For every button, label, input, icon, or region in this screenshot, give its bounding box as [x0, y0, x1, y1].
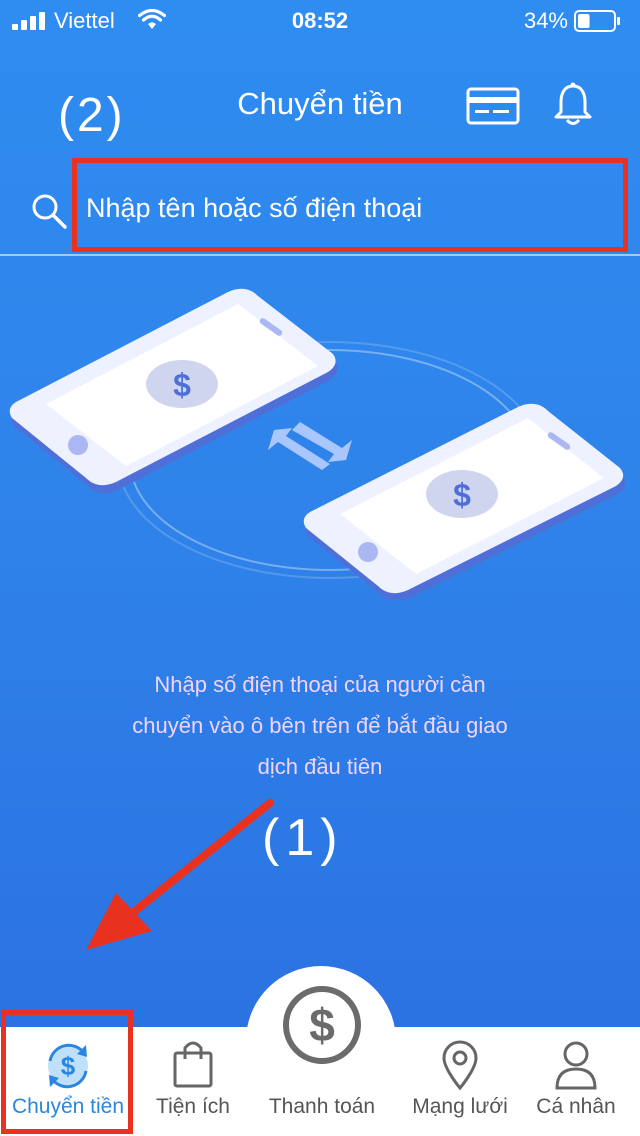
battery-icon — [574, 10, 620, 32]
exchange-arrows-icon — [268, 422, 352, 470]
dollar-symbol: $ — [173, 367, 191, 403]
shopping-bag-icon — [173, 1041, 213, 1088]
right-phone-graphic: $ — [303, 403, 626, 600]
location-pin-icon — [442, 1040, 478, 1091]
person-icon — [555, 1041, 597, 1090]
empty-state-message: Nhập số điện thoại của người cần chuyển … — [100, 664, 540, 787]
left-phone-graphic: $ — [9, 288, 338, 494]
active-tab-highlight-box — [1, 1010, 133, 1134]
tab-profile[interactable]: Cá nhân — [520, 1027, 632, 1136]
page-title: Chuyển tiền — [237, 86, 403, 121]
svg-text:$: $ — [309, 999, 335, 1051]
search-input[interactable] — [86, 188, 606, 228]
card-icon[interactable] — [466, 87, 520, 125]
tab-label: Thanh toán — [268, 1095, 376, 1118]
dollar-icon: $ — [283, 986, 361, 1064]
tab-label: Tiện ích — [156, 1095, 230, 1118]
divider — [0, 254, 640, 256]
search-bar — [0, 158, 640, 254]
search-icon — [32, 194, 67, 229]
transfer-illustration: $ $ — [9, 288, 626, 600]
battery-percent: 34% — [523, 8, 568, 33]
dollar-symbol: $ — [453, 477, 471, 513]
message-line: chuyển vào ô bên trên để bắt đầu giao — [132, 713, 508, 738]
message-line: Nhập số điện thoại của người cần — [154, 672, 486, 697]
annotation-arrow — [86, 799, 274, 950]
message-line: dịch đầu tiên — [257, 754, 383, 779]
tab-payment[interactable]: $ Thanh toán — [254, 986, 390, 1136]
status-bar: Viettel 08:52 34% — [0, 0, 640, 40]
tab-utilities[interactable]: Tiện ích — [130, 1027, 256, 1136]
bell-icon[interactable] — [553, 82, 593, 126]
tab-network[interactable]: Mạng lưới — [398, 1027, 522, 1136]
tab-label: Cá nhân — [536, 1095, 616, 1118]
tab-label: Mạng lưới — [412, 1095, 508, 1118]
transfer-screen: Viettel 08:52 34% (2) Chuyển tiền Nhập t… — [0, 0, 640, 1136]
